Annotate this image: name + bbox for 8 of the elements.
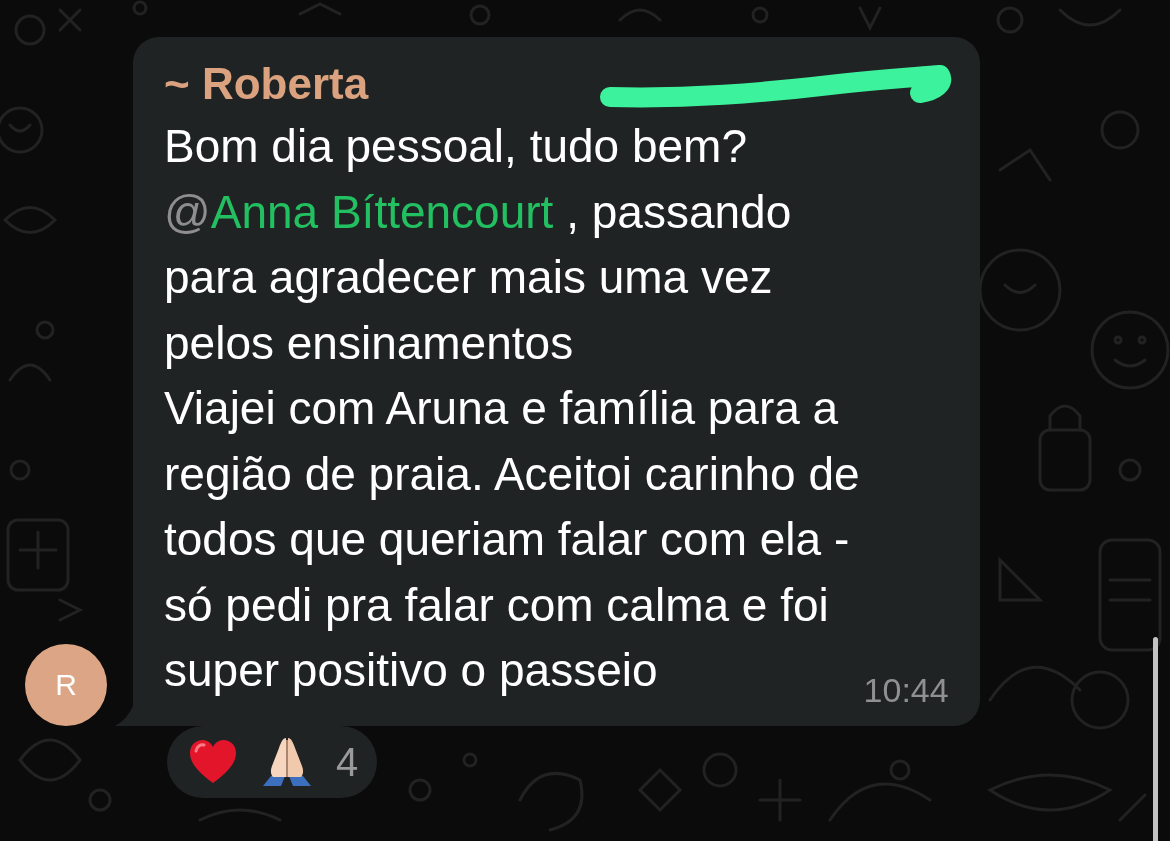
scrollbar[interactable]: [1153, 637, 1158, 841]
reaction-count: 4: [336, 739, 359, 784]
mention-link[interactable]: @Anna Bíttencourt: [164, 185, 554, 238]
reactions-pill[interactable]: 4: [167, 725, 378, 798]
message-text: Bom dia pessoal, tudo bem? @Anna Bíttencourt , passando para agradecer mais uma vez pelos ensinamentos Viajei com Aruna e família para a região de praia. Aceitoi carinho de todos que queriam falar com ela - só pedi pra falar com calma e foi super positivo o passeio: [164, 119, 860, 698]
sender-name[interactable]: ~ Roberta: [164, 62, 369, 106]
message-time: 10:44: [863, 669, 949, 710]
heart-icon: [188, 738, 238, 785]
